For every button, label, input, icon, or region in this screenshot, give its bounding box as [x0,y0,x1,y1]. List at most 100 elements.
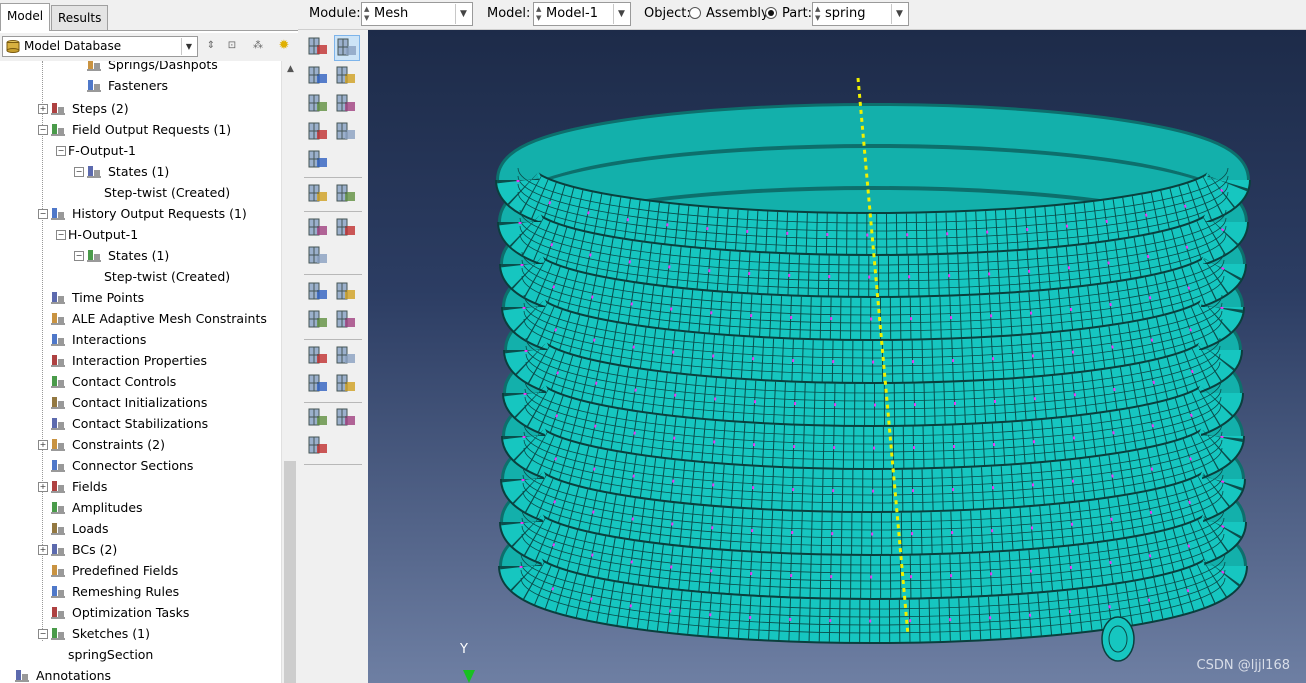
model-tree-panel: Model Results Model Database ▼ ⇕ ⊡ ⁂ ✹ S… [0,0,298,683]
tab-results[interactable]: Results [51,5,109,30]
edit-mesh-icon[interactable] [334,216,360,242]
part-edit-icon-glyph [336,374,355,392]
tree-item-label: ALE Adaptive Mesh Constraints [72,311,267,326]
create-display-group-icon[interactable] [306,216,332,242]
collapse-icon[interactable]: − [56,230,66,240]
chevron-down-icon[interactable]: ▼ [613,4,629,24]
create-display-group-icon-glyph [308,218,327,236]
remeshing-icon [51,586,65,598]
scrollbar-thumb[interactable] [284,461,296,683]
tree-item-label: Predefined Fields [72,563,179,578]
collapse-icon[interactable]: − [38,125,48,135]
datum-axis-icon[interactable] [306,344,332,370]
tree-item-label: Field Output Requests (1) [72,122,232,137]
part-edit-icon[interactable] [334,372,360,398]
time-points-icon [51,292,65,304]
tree-item-label: Sketches (1) [72,626,150,641]
transform-mesh-icon-glyph [308,282,327,300]
query-icon-glyph [336,184,355,202]
virtual-topology-icon[interactable] [334,280,360,306]
partition-icon[interactable] [306,182,332,208]
datum-point-icon[interactable] [334,308,360,334]
seed-part-icon[interactable] [306,35,332,61]
scroll-up-icon[interactable]: ▲ [282,61,298,78]
model-database-select[interactable]: Model Database ▼ [2,36,198,57]
toolbox-separator [304,211,362,212]
viewport[interactable]: Y CSDN @ljjl168 [368,30,1306,683]
annotations-icon [15,670,29,682]
tools-icon[interactable] [306,434,332,460]
chevron-down-icon[interactable]: ▼ [891,4,907,24]
element-type-icon[interactable] [334,64,360,90]
fasteners-icon [87,80,101,92]
states-icon [87,166,101,178]
datum-plane-icon-glyph [336,346,355,364]
chevron-down-icon[interactable]: ▼ [181,38,196,55]
interactions-icon [51,334,65,346]
tree-item-label: Springs/Dashpots [108,61,218,72]
spring-mesh-model[interactable] [368,30,1306,683]
spin-arrows-icon: ▲ ▼ [536,5,542,22]
delete-mesh-icon-glyph [336,94,355,112]
repair-icon[interactable] [306,308,332,334]
mesh-controls-icon[interactable] [306,64,332,90]
watermark: CSDN @ljjl168 [1196,658,1290,673]
constraints-icon [51,439,65,451]
chevron-down-icon[interactable]: ▼ [455,4,471,24]
amplitudes-icon [51,502,65,514]
module-select[interactable]: ▲ ▼ Mesh ▼ [361,2,473,26]
verify-mesh-icon[interactable] [306,148,332,174]
collapse-icon[interactable]: − [56,146,66,156]
tree-item-label: springSection [68,647,154,662]
collapse-icon[interactable]: − [38,629,48,639]
springs-icon [87,61,101,71]
expand-icon[interactable]: + [38,104,48,114]
element-type-icon-glyph [336,66,355,84]
tab-model[interactable]: Model [0,3,51,31]
query-icon[interactable] [334,182,360,208]
optimization-icon [51,607,65,619]
collapse-icon[interactable]: − [38,209,48,219]
delete-mesh-icon[interactable] [334,92,360,118]
sketches-icon [51,628,65,640]
merge-icon[interactable] [306,406,332,432]
mesh-region-icon[interactable] [306,120,332,146]
collapse-icon[interactable]: − [74,251,84,261]
connector-icon [51,460,65,472]
part-radio[interactable] [765,7,777,19]
model-select[interactable]: ▲ ▼ Model-1 ▼ [533,2,631,26]
collapse-icon[interactable]: − [74,167,84,177]
states-icon [87,250,101,262]
assembly-radio[interactable] [689,7,701,19]
tree-item-label: H-Output-1 [68,227,139,242]
seed-edges-icon-glyph [337,38,356,56]
toolbox-separator [304,274,362,275]
datum-csys-icon[interactable] [306,372,332,398]
tree-scrollbar[interactable]: ▲ [281,61,298,683]
move-up-down-icon[interactable]: ⇕ [203,38,219,54]
tree-item-label: Optimization Tasks [72,605,190,620]
mesh-part-icon[interactable] [306,92,332,118]
transform-mesh-icon[interactable] [306,280,332,306]
tree-item-label: Fields [72,479,108,494]
seed-part-icon-glyph [308,37,327,55]
parent-folder-icon[interactable]: ⊡ [224,38,240,54]
expand-icon[interactable]: + [38,545,48,555]
geometry-edit-icon[interactable] [334,406,360,432]
contact-init-icon [51,397,65,409]
expand-icon[interactable]: + [38,482,48,492]
tree-item-label: States (1) [108,248,170,263]
seed-edges-icon[interactable] [334,35,360,61]
model-database-label: Model Database [24,39,122,53]
assign-stack-icon[interactable] [334,120,360,146]
toolbox-separator [304,177,362,178]
lightbulb-icon[interactable]: ✹ [276,38,292,54]
model-label: Model: [487,6,531,21]
datum-plane-icon[interactable] [334,344,360,370]
expand-icon[interactable]: + [38,440,48,450]
datum-point-icon-glyph [336,310,355,328]
part-select[interactable]: ▲ ▼ spring ▼ [812,2,909,26]
filter-tree-icon[interactable]: ⁂ [250,38,266,54]
adaptive-remesh-icon[interactable] [306,244,332,270]
interaction-properties-icon [51,355,65,367]
